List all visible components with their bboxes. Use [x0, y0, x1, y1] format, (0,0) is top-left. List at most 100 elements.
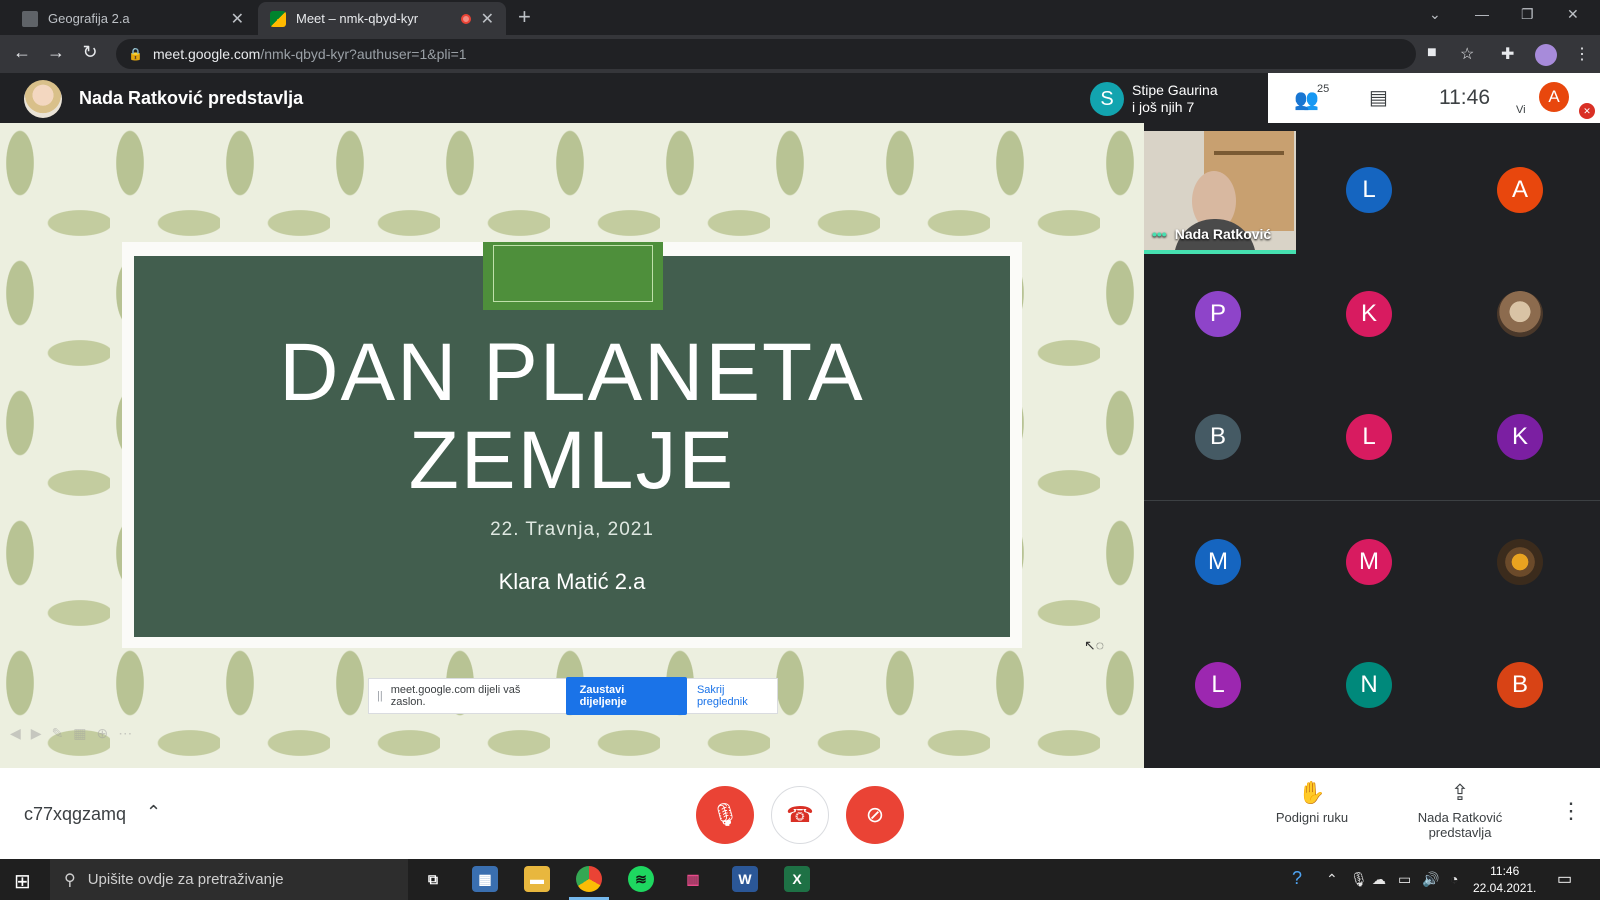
onedrive-icon[interactable]: ☁: [1372, 871, 1386, 888]
participant-avatar[interactable]: L: [1346, 167, 1392, 213]
taskbar-date: 22.04.2021.: [1473, 881, 1537, 895]
file-explorer-icon[interactable]: ▬: [524, 866, 550, 892]
meeting-code[interactable]: c77xqgzamq: [24, 804, 126, 825]
window-close-icon[interactable]: ✕: [1567, 6, 1579, 23]
meet-top-bar: Nada Ratković predstavlja S Stipe Gaurin…: [0, 73, 1600, 123]
audio-app-icon[interactable]: ▥: [680, 866, 706, 892]
profile-avatar[interactable]: [1535, 44, 1557, 66]
slide-accent-frame: [493, 245, 653, 302]
close-icon[interactable]: ✕: [481, 9, 494, 29]
volume-icon[interactable]: 🔊: [1422, 871, 1439, 888]
url-path: /nmk-qbyd-kyr?authuser=1&pli=1: [260, 46, 467, 62]
tab-title: Geografija 2.a: [48, 11, 130, 26]
participant-grid: ••• Nada Ratković L A P K B L K M M L N B: [1144, 123, 1600, 768]
zoom-icon[interactable]: ⊕: [97, 725, 109, 742]
participant-avatar[interactable]: M: [1346, 539, 1392, 585]
screen-share-banner: || meet.google.com dijeli vaš zaslon. Za…: [368, 677, 778, 715]
new-tab-icon[interactable]: +: [518, 4, 531, 30]
participant-avatar[interactable]: L: [1346, 414, 1392, 460]
more-options-icon[interactable]: ⋮: [1560, 798, 1582, 824]
taskbar-clock[interactable]: 11:46 22.04.2021.: [1473, 863, 1536, 897]
drag-handle-icon[interactable]: ||: [377, 690, 383, 702]
leave-call-button[interactable]: ☎: [771, 786, 829, 844]
hide-browser-link[interactable]: Sakrij preglednik: [697, 684, 777, 708]
camera-icon[interactable]: ■: [1427, 44, 1437, 62]
presenter-avatar: [24, 80, 62, 118]
menu-icon[interactable]: ⋮: [1574, 44, 1590, 64]
excel-icon[interactable]: X: [784, 866, 810, 892]
presenter-title: Nada Ratković predstavlja: [79, 88, 304, 108]
participant-avatar[interactable]: [1497, 291, 1543, 337]
self-avatar: A: [1539, 82, 1569, 112]
camera-off-icon: ⊘: [865, 802, 885, 827]
more-icon[interactable]: ⋯: [118, 725, 132, 742]
classroom-icon: [22, 10, 38, 27]
close-icon[interactable]: ✕: [231, 9, 244, 29]
slides-icon[interactable]: ▦: [73, 725, 86, 742]
slide-controls: ◀ ▶ ✎ ▦ ⊕ ⋯: [10, 725, 132, 742]
people-icon[interactable]: 👥: [1294, 87, 1319, 112]
stop-sharing-button[interactable]: Zaustavi dijeljenje: [565, 677, 687, 715]
participant-avatar[interactable]: K: [1346, 291, 1392, 337]
wifi-icon[interactable]: ◔: [1450, 871, 1458, 887]
windows-start-icon[interactable]: ⊞: [14, 869, 31, 894]
pen-icon[interactable]: ✎: [52, 725, 64, 742]
slide-title-line2: ZEMLJE: [408, 415, 736, 506]
presentation-stage: DAN PLANETA ZEMLJE 22. Travnja, 2021 Kla…: [0, 123, 1144, 768]
presentation-button[interactable]: ⇪ Nada Ratković predstavlja: [1402, 780, 1518, 840]
restore-icon[interactable]: ❐: [1521, 6, 1534, 23]
chat-icon[interactable]: ▤: [1369, 85, 1388, 110]
star-icon[interactable]: ☆: [1460, 44, 1474, 64]
battery-icon[interactable]: ▭: [1398, 871, 1411, 888]
video-tile-name: ••• Nada Ratković: [1152, 226, 1271, 242]
taskbar-time: 11:46: [1490, 864, 1520, 878]
taskbar-search-placeholder: Upišite ovdje za pretraživanje: [87, 871, 284, 888]
speaker-avatar: S: [1090, 82, 1124, 116]
microphone-tray-icon[interactable]: 🎙: [1350, 871, 1368, 888]
participant-avatar[interactable]: M: [1195, 539, 1241, 585]
speaking-indicator-icon: •••: [1152, 226, 1167, 242]
raise-hand-button[interactable]: ✋ Podigni ruku: [1266, 780, 1358, 825]
task-view-icon[interactable]: ⧉: [420, 866, 446, 892]
calculator-icon[interactable]: ▦: [472, 866, 498, 892]
reload-icon[interactable]: ↻: [78, 42, 102, 63]
tray-chevron-icon[interactable]: ⌃: [1326, 871, 1338, 888]
participant-video-tile[interactable]: ••• Nada Ratković: [1144, 131, 1296, 254]
back-icon[interactable]: ←: [10, 42, 34, 63]
presenting-label-2: predstavlja: [1428, 825, 1492, 840]
participant-avatar[interactable]: B: [1195, 414, 1241, 460]
help-icon[interactable]: ?: [1292, 868, 1302, 889]
grid-divider: [1144, 500, 1600, 501]
extensions-icon[interactable]: ✚: [1501, 44, 1514, 64]
prev-slide-icon[interactable]: ◀: [10, 725, 21, 742]
forward-icon[interactable]: →: [44, 42, 68, 63]
participants-count: 25: [1317, 83, 1330, 95]
tab-geografija[interactable]: Geografija 2.a ✕: [10, 2, 256, 35]
camera-toggle-button[interactable]: ⊘: [846, 786, 904, 844]
speaker-others: i još njih 7: [1132, 99, 1195, 115]
address-bar[interactable]: 🔒 meet.google.com/nmk-qbyd-kyr?authuser=…: [116, 39, 1416, 69]
participant-avatar[interactable]: [1497, 539, 1543, 585]
minimize-icon[interactable]: —: [1475, 6, 1489, 22]
hand-icon: ✋: [1298, 780, 1326, 805]
participant-avatar[interactable]: N: [1346, 662, 1392, 708]
chevron-up-icon[interactable]: ⌃: [146, 802, 161, 823]
notifications-icon[interactable]: ▭: [1557, 869, 1572, 889]
tab-search-icon[interactable]: ⌄: [1429, 6, 1441, 23]
participant-avatar[interactable]: P: [1195, 291, 1241, 337]
chrome-icon[interactable]: [576, 866, 602, 892]
mic-off-icon: ✕: [1579, 103, 1595, 119]
search-icon: ⚲: [64, 871, 76, 889]
taskbar-search[interactable]: ⚲ Upišite ovdje za pretraživanje: [50, 859, 408, 900]
share-banner-text: meet.google.com dijeli vaš zaslon.: [390, 684, 521, 708]
microphone-toggle-button[interactable]: 🎙: [696, 786, 754, 844]
participant-avatar[interactable]: B: [1497, 662, 1543, 708]
spotify-icon[interactable]: ≋: [628, 866, 654, 892]
meet-right-panel: 👥 25 ▤ 11:46 Vi A ✕: [1268, 73, 1600, 123]
participant-avatar[interactable]: K: [1497, 414, 1543, 460]
participant-avatar[interactable]: A: [1497, 167, 1543, 213]
participant-avatar[interactable]: L: [1195, 662, 1241, 708]
tab-meet[interactable]: Meet – nmk-qbyd-kyr ✕: [258, 2, 506, 35]
next-slide-icon[interactable]: ▶: [31, 725, 42, 742]
word-icon[interactable]: W: [732, 866, 758, 892]
